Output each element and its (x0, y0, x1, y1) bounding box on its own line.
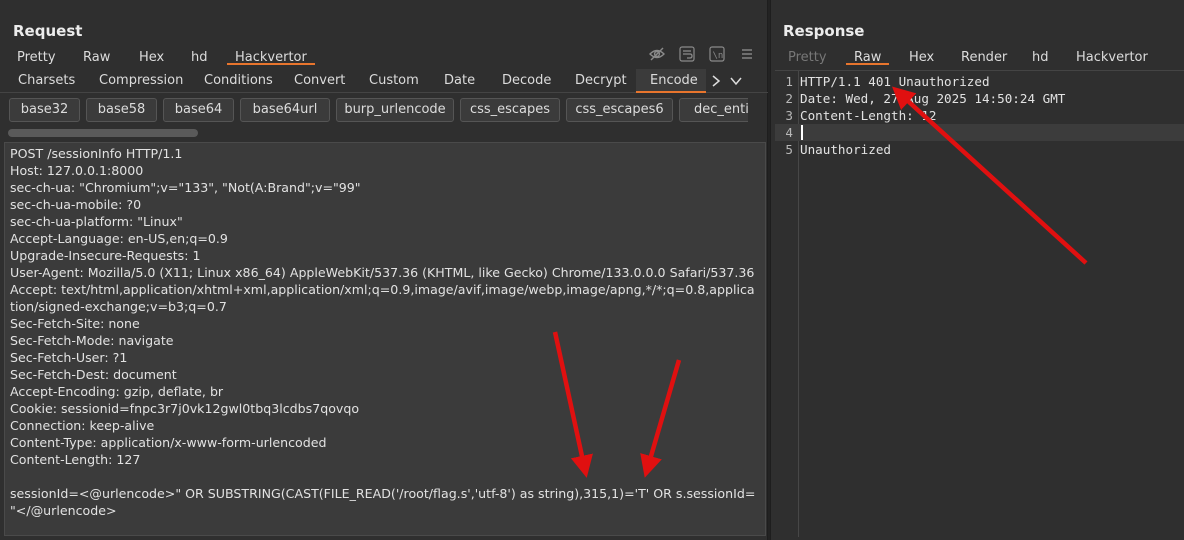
request-line: Cookie: sessionid=fnpc3r7j0vk12gwl0tbq3l… (10, 401, 360, 416)
tag-burp-urlencode-button[interactable]: burp_urlencode (336, 98, 454, 122)
response-line-text: HTTP/1.1 401 Unauthorized (800, 74, 990, 89)
horizontal-scrollbar[interactable] (8, 129, 198, 137)
tab-conditions[interactable]: Conditions (204, 73, 273, 88)
request-line: Content-Length: 127 (10, 452, 141, 467)
request-line: Host: 127.0.0.1:8000 (10, 163, 144, 178)
chevron-down-icon[interactable] (728, 73, 744, 89)
chevron-right-icon[interactable] (708, 73, 724, 89)
tab-pretty[interactable]: Pretty (788, 47, 827, 65)
tag-base64-button[interactable]: base64 (163, 98, 234, 122)
newline-icon[interactable]: \n (709, 46, 725, 62)
svg-text:\n: \n (713, 51, 724, 61)
tab-hd[interactable]: hd (1032, 47, 1049, 65)
response-panel: Response Pretty Raw Hex Render hd Hackve… (770, 0, 1184, 540)
request-line: Connection: keep-alive (10, 418, 155, 433)
encode-tag-buttons: base32 base58 base64 base64url burp_urle… (8, 98, 748, 124)
tab-hex[interactable]: Hex (909, 47, 934, 65)
request-line: tion/signed-exchange;v=b3;q=0.7 (10, 299, 227, 314)
response-line-text: Content-Length: 12 (800, 108, 937, 123)
request-line: Upgrade-Insecure-Requests: 1 (10, 248, 201, 263)
response-line: 3 Content-Length: 12 (775, 107, 1184, 124)
tag-base58-button[interactable]: base58 (86, 98, 157, 122)
tag-base64url-button[interactable]: base64url (240, 98, 330, 122)
text-caret (801, 125, 803, 140)
response-line: 2 Date: Wed, 27 Aug 2025 14:50:24 GMT (775, 90, 1184, 107)
line-number: 5 (785, 142, 793, 157)
line-number: 3 (785, 108, 793, 123)
tab-hackvertor[interactable]: Hackvertor (1076, 47, 1148, 65)
request-body: POST /sessionInfo HTTP/1.1 Host: 127.0.0… (10, 145, 765, 519)
request-line: User-Agent: Mozilla/5.0 (X11; Linux x86_… (10, 265, 755, 280)
request-line: sec-ch-ua: "Chromium";v="133", "Not(A:Br… (10, 180, 361, 195)
request-line: Sec-Fetch-Mode: navigate (10, 333, 174, 348)
line-number: 1 (785, 74, 793, 89)
tab-decrypt[interactable]: Decrypt (575, 73, 627, 88)
request-line: Accept: text/html,application/xhtml+xml,… (10, 282, 755, 297)
tab-render[interactable]: Render (961, 47, 1007, 65)
line-number: 2 (785, 91, 793, 106)
response-line-text: Date: Wed, 27 Aug 2025 14:50:24 GMT (800, 91, 1066, 106)
request-payload-line: sessionId=<@urlencode>" OR SUBSTRING(CAS… (10, 486, 756, 501)
request-editor[interactable]: POST /sessionInfo HTTP/1.1 Host: 127.0.0… (4, 142, 766, 536)
request-line (10, 468, 765, 485)
tab-hex[interactable]: Hex (139, 47, 164, 65)
tab-raw[interactable]: Raw (845, 47, 890, 65)
request-title: Request (13, 22, 83, 40)
tag-dec-entities-button[interactable]: dec_entit (679, 98, 748, 122)
tab-pretty[interactable]: Pretty (17, 47, 56, 65)
hamburger-menu-icon[interactable] (739, 46, 755, 62)
request-payload-line: "</@urlencode> (10, 503, 117, 518)
response-editor[interactable]: 1 HTTP/1.1 401 Unauthorized 2 Date: Wed,… (775, 70, 1184, 537)
tab-raw[interactable]: Raw (83, 47, 110, 65)
active-tab-underline (636, 91, 706, 93)
request-line: Sec-Fetch-Dest: document (10, 367, 177, 382)
tab-hd[interactable]: hd (191, 47, 208, 65)
request-view-tools: \n (649, 46, 755, 62)
eye-off-icon[interactable] (649, 46, 665, 62)
tag-css-escapes6-button[interactable]: css_escapes6 (566, 98, 673, 122)
request-line: Content-Type: application/x-www-form-url… (10, 435, 327, 450)
tab-hackvertor[interactable]: Hackvertor (227, 47, 315, 65)
request-panel: Request Pretty Raw Hex hd Hackvertor \n … (0, 0, 768, 540)
tab-charsets[interactable]: Charsets (18, 73, 75, 88)
response-title: Response (783, 22, 865, 40)
text-wrap-icon[interactable] (679, 46, 695, 62)
tab-encode[interactable]: Encode (650, 73, 698, 88)
tab-convert[interactable]: Convert (294, 73, 345, 88)
request-line: sec-ch-ua-platform: "Linux" (10, 214, 183, 229)
tab-compression[interactable]: Compression (99, 73, 183, 88)
tag-css-escapes-button[interactable]: css_escapes (460, 98, 560, 122)
response-line-current: 4 (775, 124, 1184, 141)
tag-base32-button[interactable]: base32 (9, 98, 80, 122)
response-line-text: Unauthorized (800, 142, 891, 157)
request-line: sec-ch-ua-mobile: ?0 (10, 197, 142, 212)
request-line: Accept-Language: en-US,en;q=0.9 (10, 231, 228, 246)
hackvertor-category-tabs: Charsets Compression Conditions Convert … (0, 69, 768, 93)
response-line: 1 HTTP/1.1 401 Unauthorized (775, 73, 1184, 90)
tab-decode[interactable]: Decode (502, 73, 551, 88)
tab-date[interactable]: Date (444, 73, 475, 88)
request-line: Accept-Encoding: gzip, deflate, br (10, 384, 224, 399)
request-line: POST /sessionInfo HTTP/1.1 (10, 146, 183, 161)
response-line: 5 Unauthorized (775, 141, 1184, 158)
line-number: 4 (785, 125, 793, 140)
request-line: Sec-Fetch-User: ?1 (10, 350, 128, 365)
tab-custom[interactable]: Custom (369, 73, 419, 88)
request-line: Sec-Fetch-Site: none (10, 316, 140, 331)
